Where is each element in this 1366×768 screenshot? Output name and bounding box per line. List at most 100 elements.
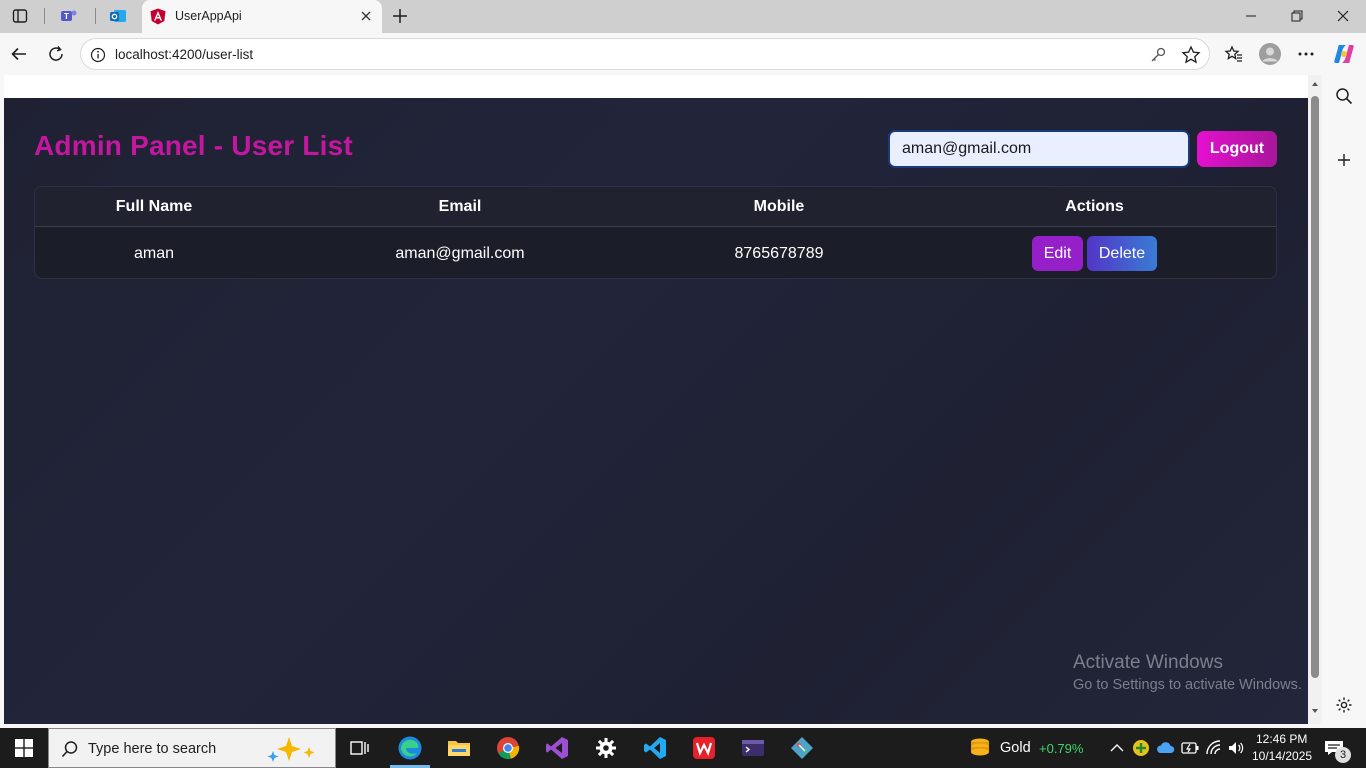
stock-change[interactable]: +0.79% (1039, 741, 1083, 756)
refresh-button[interactable] (43, 41, 69, 67)
scroll-thumb[interactable] (1311, 96, 1319, 678)
chrome-icon (497, 737, 520, 760)
page-scrollbar[interactable] (1308, 75, 1322, 724)
gear-icon (596, 738, 616, 758)
stock-name[interactable]: Gold (1000, 740, 1031, 756)
clock-date[interactable]: 10/14/2025 (1252, 749, 1312, 763)
web-page: Admin Panel - User List Logout Full Name… (4, 75, 1308, 724)
scroll-up-icon[interactable] (1311, 80, 1319, 88)
avatar-icon (1259, 43, 1281, 65)
cell-full-name: aman (133, 245, 175, 262)
taskbar-settings[interactable] (582, 728, 630, 768)
scroll-down-icon[interactable] (1311, 707, 1319, 715)
taskbar-wps-office[interactable] (680, 728, 728, 768)
copilot-icon (1334, 45, 1354, 63)
browser-toolbar: localhost:4200/user-list (0, 33, 1366, 75)
copilot-button[interactable] (1330, 41, 1358, 67)
onedrive-cloud-icon[interactable] (1155, 740, 1175, 756)
cell-email: aman@gmail.com (395, 245, 525, 262)
back-arrow-icon (11, 47, 26, 61)
watermark-line-1: Activate Windows (1073, 652, 1223, 673)
volume-icon[interactable] (1228, 740, 1244, 756)
sidebar-search-button[interactable] (1332, 84, 1356, 108)
new-tab-button[interactable] (388, 5, 412, 27)
more-dots-icon (1298, 52, 1314, 56)
notification-center-button[interactable]: 3 (1322, 736, 1352, 763)
delete-user-button[interactable]: Delete (1087, 236, 1157, 271)
sidebar-add-button[interactable] (1332, 148, 1356, 172)
refresh-icon (49, 46, 63, 61)
password-key-icon[interactable] (1149, 46, 1167, 64)
sidebar-settings-button[interactable] (1332, 693, 1356, 717)
tab-userappapi[interactable]: UserAppApi (142, 0, 382, 33)
favorites-button[interactable] (1220, 41, 1248, 67)
chevron-up-icon[interactable] (1110, 742, 1124, 754)
search-placeholder: Type here to search (88, 741, 217, 757)
wifi-icon[interactable] (1205, 739, 1223, 757)
tab-title: UserAppApi (175, 9, 242, 23)
teams-tab-icon[interactable]: T (55, 4, 83, 28)
taskbar-vscode[interactable] (631, 728, 679, 768)
sparkle-icon (267, 737, 315, 762)
angular-icon (150, 8, 166, 25)
minimize-icon (1246, 15, 1256, 17)
gold-coins-icon[interactable] (968, 736, 992, 760)
search-icon (61, 741, 78, 758)
battery-icon[interactable] (1181, 740, 1199, 756)
svg-text:T: T (64, 12, 69, 21)
start-button[interactable] (0, 728, 48, 768)
folder-icon (448, 741, 470, 756)
favorites-icon (1224, 45, 1242, 62)
edit-user-button[interactable]: Edit (1032, 236, 1083, 271)
task-view-button[interactable] (336, 728, 384, 768)
address-bar[interactable]: localhost:4200/user-list (80, 38, 1210, 70)
plus-icon (393, 9, 407, 23)
plus-circle-tray-icon[interactable] (1132, 739, 1150, 757)
outlook-tab-icon[interactable] (104, 4, 132, 28)
task-view-icon (350, 741, 369, 755)
tab-separator (95, 8, 96, 24)
restore-button[interactable] (1274, 4, 1320, 28)
browser-viewport: Admin Panel - User List Logout Full Name… (0, 75, 1322, 728)
taskbar-terminal[interactable] (729, 728, 777, 768)
edge-icon (398, 736, 422, 760)
logout-button[interactable]: Logout (1197, 131, 1277, 167)
close-tab-icon[interactable] (358, 8, 374, 24)
back-button[interactable] (6, 41, 32, 67)
restore-icon (1291, 10, 1303, 22)
favorite-star-icon[interactable] (1181, 45, 1201, 65)
taskbar-file-explorer[interactable] (435, 728, 483, 768)
minimize-button[interactable] (1228, 4, 1274, 28)
windows-taskbar: Type here to search Gold +0.79% 12:46 PM… (0, 728, 1366, 768)
url-text[interactable]: localhost:4200/user-list (115, 47, 253, 62)
search-icon (1336, 88, 1353, 105)
vscode-icon (644, 737, 666, 759)
tab-separator (44, 8, 45, 24)
taskbar-search-box[interactable]: Type here to search (48, 728, 336, 768)
site-info-icon[interactable] (90, 47, 106, 63)
column-header-email: Email (438, 198, 482, 215)
more-menu-button[interactable] (1292, 41, 1320, 67)
profile-button[interactable] (1256, 41, 1284, 67)
column-header-actions: Actions (1065, 198, 1124, 215)
taskbar-git-app[interactable] (778, 728, 826, 768)
plus-icon (1338, 154, 1350, 166)
browser-tab-strip: T UserAppApi (0, 0, 1366, 33)
email-filter-input[interactable] (888, 130, 1190, 168)
admin-panel: Admin Panel - User List Logout Full Name… (4, 98, 1308, 724)
watermark-line-2: Go to Settings to activate Windows. (1073, 677, 1302, 693)
taskbar-chrome[interactable] (484, 728, 532, 768)
column-header-full-name: Full Name (115, 198, 193, 215)
column-header-mobile: Mobile (753, 198, 805, 215)
taskbar-edge[interactable] (386, 728, 434, 768)
taskbar-visual-studio[interactable] (533, 728, 581, 768)
terminal-icon (742, 740, 764, 756)
tab-actions-icon[interactable] (6, 4, 34, 28)
cell-mobile: 8765678789 (734, 245, 824, 262)
notification-badge: 3 (1335, 747, 1351, 763)
clock-time[interactable]: 12:46 PM (1256, 732, 1307, 746)
close-window-button[interactable] (1320, 4, 1366, 28)
activate-windows-watermark: Activate Windows Go to Settings to activ… (1073, 652, 1302, 693)
git-icon (791, 737, 813, 759)
edge-sidebar (1322, 75, 1366, 728)
